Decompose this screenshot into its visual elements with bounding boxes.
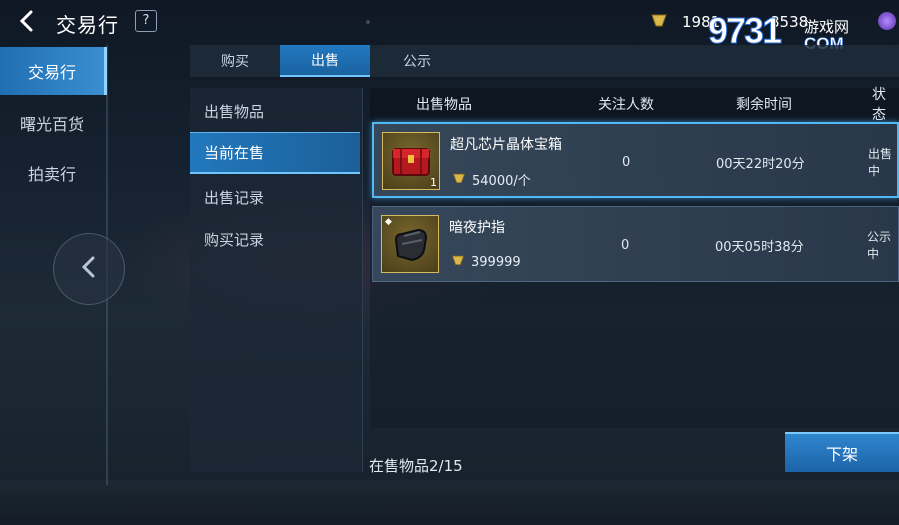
column-header-status: 状态	[872, 87, 886, 123]
nav-item-trading[interactable]: 交易行	[0, 47, 107, 95]
tab-public[interactable]: 公示	[372, 45, 462, 77]
followers-count: 0	[621, 237, 630, 253]
table-row[interactable]: ◆ 暗夜护指 399999 0 00天05时38分 公示中	[372, 206, 899, 282]
item-name: 超凡芯片晶体宝箱	[450, 137, 562, 153]
listing-table: 出售物品 关注人数 剩余时间 状态 1 超凡芯片晶体宝箱 54000/个 0 0…	[370, 87, 899, 428]
item-price: 54000/个	[452, 170, 531, 189]
column-header-time: 剩余时间	[736, 97, 792, 113]
tab-buy[interactable]: 购买	[190, 45, 280, 77]
nav-item-dawn-store[interactable]: 曙光百货	[0, 99, 104, 147]
gold-coin-icon	[451, 253, 465, 271]
submenu-buy-history[interactable]: 购买记录	[190, 218, 360, 260]
status-badge: 公示中	[867, 230, 892, 261]
collapse-button[interactable]	[53, 233, 125, 305]
tab-bar: 购买 出售 公示	[190, 45, 899, 77]
submenu-sell-history[interactable]: 出售记录	[190, 176, 360, 218]
price-value: 399999	[471, 254, 521, 270]
item-thumbnail: ◆	[381, 215, 439, 273]
time-left: 00天22时20分	[716, 156, 805, 172]
time-left: 00天05时38分	[715, 239, 804, 255]
tab-sell[interactable]: 出售	[280, 45, 370, 77]
page-title: 交易行	[56, 13, 119, 37]
gold-coin-icon	[650, 11, 668, 33]
gold-coin-icon	[452, 171, 466, 189]
column-header-followers: 关注人数	[598, 97, 654, 113]
table-row[interactable]: 1 超凡芯片晶体宝箱 54000/个 0 00天22时20分 出售中	[372, 122, 899, 198]
help-icon[interactable]: ?	[135, 10, 157, 32]
delist-button[interactable]: 下架	[785, 432, 899, 472]
top-bar: 交易行 ? 。 1981 8538 9731 游戏网 COM	[0, 0, 899, 53]
table-header: 出售物品 关注人数 剩余时间 状态	[370, 87, 899, 123]
submenu-sell-items[interactable]: 出售物品	[190, 90, 360, 132]
dark-glove-icon	[394, 228, 428, 262]
back-arrow-icon[interactable]	[14, 8, 40, 34]
price-value: 54000/个	[472, 174, 531, 189]
followers-count: 0	[622, 154, 631, 170]
nav-item-auction[interactable]: 拍卖行	[0, 149, 104, 197]
status-badge: 出售中	[868, 147, 893, 178]
chevron-left-icon	[78, 254, 100, 284]
purple-gem-icon[interactable]	[878, 12, 896, 30]
item-thumbnail: 1	[382, 132, 440, 190]
submenu-on-sale[interactable]: 当前在售	[190, 132, 360, 174]
separator-dot: 。	[366, 15, 376, 26]
sell-submenu: 出售物品 当前在售 出售记录 购买记录	[190, 88, 363, 472]
item-price: 399999	[451, 253, 521, 271]
background-floor	[0, 480, 899, 525]
listing-count: 在售物品2/15	[369, 457, 463, 475]
item-quantity: 1	[430, 176, 437, 189]
item-name: 暗夜护指	[449, 220, 505, 236]
column-header-item: 出售物品	[416, 97, 472, 113]
